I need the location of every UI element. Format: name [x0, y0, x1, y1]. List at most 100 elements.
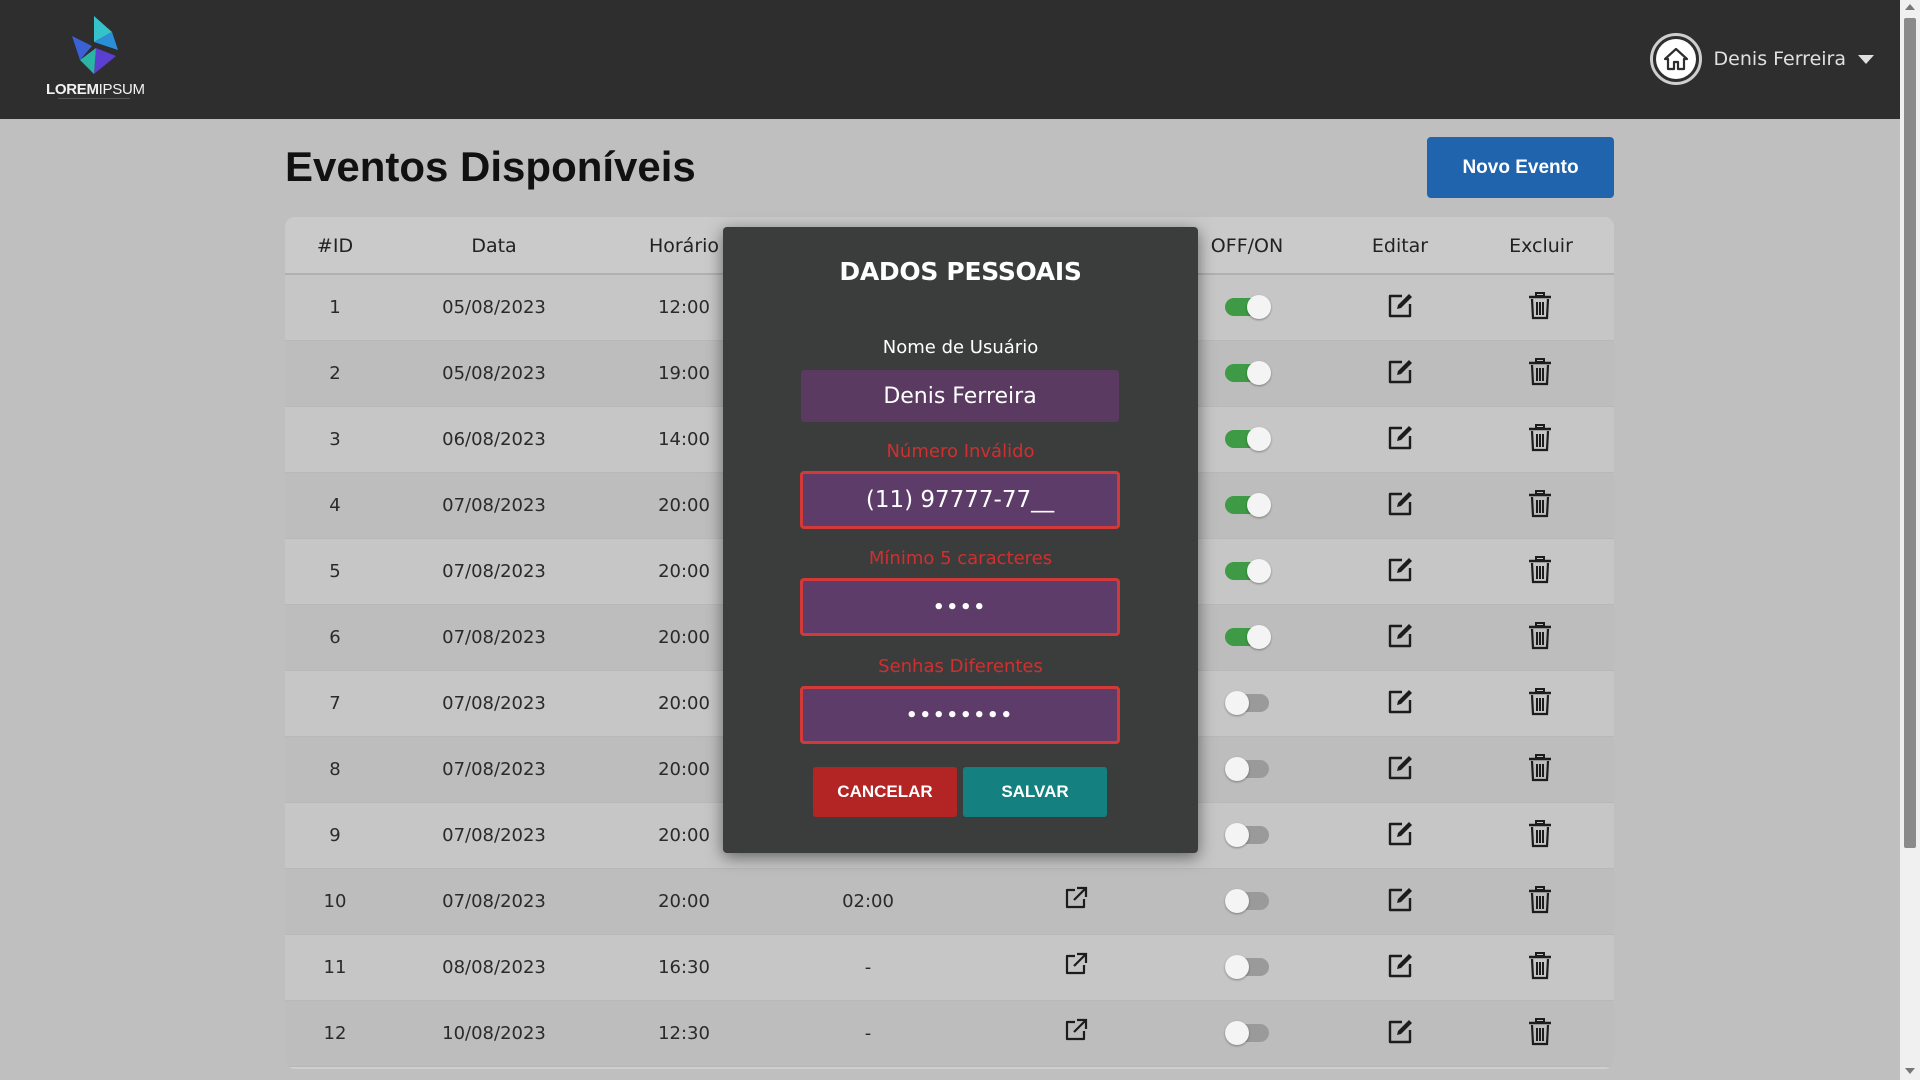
- trash-icon[interactable]: [1526, 291, 1556, 323]
- new-event-button[interactable]: Novo Evento: [1427, 137, 1614, 198]
- cell-duration: 02:00: [842, 891, 894, 912]
- table-row: 11 08/08/2023 16:30 -: [285, 935, 1614, 1001]
- toggle-knob: [1247, 559, 1271, 583]
- cell-id: 7: [329, 693, 341, 714]
- status-toggle[interactable]: [1225, 625, 1271, 649]
- external-link-icon[interactable]: [1063, 951, 1093, 983]
- column-header-time: Horário: [648, 235, 720, 257]
- column-header-date: Data: [471, 235, 517, 257]
- username-label: Nome de Usuário: [882, 337, 1039, 358]
- edit-icon[interactable]: [1385, 687, 1415, 719]
- status-toggle[interactable]: [1225, 955, 1269, 979]
- cell-id: 2: [329, 363, 341, 384]
- cell-id: 11: [323, 957, 347, 978]
- toggle-knob: [1225, 1021, 1249, 1045]
- page-title: Eventos Disponíveis: [285, 143, 696, 190]
- edit-icon[interactable]: [1385, 753, 1415, 785]
- column-header-id: #ID: [316, 235, 354, 257]
- toggle-knob: [1247, 493, 1271, 517]
- edit-icon[interactable]: [1385, 357, 1415, 389]
- scrollbar-thumb[interactable]: [1904, 18, 1916, 848]
- phone-error-message: Número Inválido: [886, 441, 1035, 462]
- status-toggle[interactable]: [1225, 361, 1271, 385]
- cell-duration: -: [864, 1023, 872, 1044]
- password-field[interactable]: ••••: [800, 578, 1120, 636]
- trash-icon[interactable]: [1526, 621, 1556, 653]
- phone-field[interactable]: (11) 97777-77__: [800, 471, 1120, 529]
- edit-icon[interactable]: [1385, 951, 1415, 983]
- cell-time: 20:00: [658, 693, 710, 714]
- toggle-knob: [1225, 823, 1249, 847]
- phone-value: (11) 97777-77__: [865, 487, 1055, 513]
- cell-id: 3: [329, 429, 341, 450]
- status-toggle[interactable]: [1225, 493, 1271, 517]
- top-navbar: LOREMIPSUM Denis Ferreira: [0, 0, 1900, 119]
- brand-logo[interactable]: LOREMIPSUM: [44, 14, 146, 104]
- edit-icon[interactable]: [1385, 423, 1415, 455]
- cell-id: 9: [329, 825, 341, 846]
- trash-icon[interactable]: [1526, 687, 1556, 719]
- status-toggle[interactable]: [1225, 295, 1271, 319]
- scroll-down-arrow-icon[interactable]: [1905, 1068, 1915, 1074]
- cell-duration: -: [864, 957, 872, 978]
- trash-icon[interactable]: [1526, 951, 1556, 983]
- user-name[interactable]: Denis Ferreira: [1714, 48, 1846, 70]
- caret-down-icon[interactable]: [1858, 54, 1874, 64]
- cell-date: 07/08/2023: [442, 561, 546, 582]
- edit-icon[interactable]: [1385, 885, 1415, 917]
- cell-date: 07/08/2023: [442, 825, 546, 846]
- confirm-password-field[interactable]: ••••••••: [800, 686, 1120, 744]
- scroll-up-arrow-icon[interactable]: [1905, 4, 1915, 10]
- status-toggle[interactable]: [1225, 823, 1269, 847]
- trash-icon[interactable]: [1526, 357, 1556, 389]
- edit-icon[interactable]: [1385, 621, 1415, 653]
- logo-text: LOREMIPSUM: [46, 81, 146, 98]
- toggle-knob: [1225, 757, 1249, 781]
- cell-date: 06/08/2023: [442, 429, 546, 450]
- cell-date: 07/08/2023: [442, 693, 546, 714]
- status-toggle[interactable]: [1225, 691, 1269, 715]
- trash-icon[interactable]: [1526, 489, 1556, 521]
- status-toggle[interactable]: [1225, 1021, 1269, 1045]
- cell-id: 12: [323, 1023, 347, 1044]
- edit-icon[interactable]: [1385, 819, 1415, 851]
- user-menu[interactable]: Denis Ferreira: [1649, 32, 1874, 86]
- password-error-message: Mínimo 5 caracteres: [868, 548, 1053, 569]
- cell-date: 10/08/2023: [442, 1023, 546, 1044]
- save-button[interactable]: SALVAR: [963, 767, 1107, 817]
- external-link-icon[interactable]: [1063, 885, 1093, 917]
- cell-id: 6: [329, 627, 341, 648]
- username-field[interactable]: Denis Ferreira: [801, 370, 1119, 422]
- logo-text-light: IPSUM: [98, 81, 145, 98]
- column-header-edit: Editar: [1371, 235, 1429, 257]
- page-scrollbar[interactable]: [1900, 0, 1920, 1080]
- trash-icon[interactable]: [1526, 819, 1556, 851]
- column-header-toggle: OFF/ON: [1210, 235, 1284, 257]
- edit-icon[interactable]: [1385, 489, 1415, 521]
- cancel-button[interactable]: CANCELAR: [813, 767, 957, 817]
- trash-icon[interactable]: [1526, 753, 1556, 785]
- password-value: ••••: [932, 596, 988, 618]
- edit-icon[interactable]: [1385, 555, 1415, 587]
- cell-time: 19:00: [658, 363, 710, 384]
- confirm-password-error-message: Senhas Diferentes: [878, 656, 1043, 677]
- status-toggle[interactable]: [1225, 757, 1269, 781]
- edit-icon[interactable]: [1385, 1017, 1415, 1049]
- status-toggle[interactable]: [1225, 889, 1269, 913]
- cell-date: 07/08/2023: [442, 627, 546, 648]
- trash-icon[interactable]: [1526, 885, 1556, 917]
- cell-time: 12:00: [658, 297, 710, 318]
- trash-icon[interactable]: [1526, 423, 1556, 455]
- edit-icon[interactable]: [1385, 291, 1415, 323]
- personal-data-modal: DADOS PESSOAIS Nome de Usuário Denis Fer…: [723, 227, 1198, 853]
- toggle-knob: [1247, 427, 1271, 451]
- logo-underline: [58, 98, 130, 99]
- trash-icon[interactable]: [1526, 1017, 1556, 1049]
- status-toggle[interactable]: [1225, 427, 1271, 451]
- home-button[interactable]: [1649, 33, 1702, 85]
- cell-time: 20:00: [658, 627, 710, 648]
- status-toggle[interactable]: [1225, 559, 1271, 583]
- cell-id: 10: [323, 891, 347, 912]
- external-link-icon[interactable]: [1063, 1017, 1093, 1049]
- trash-icon[interactable]: [1526, 555, 1556, 587]
